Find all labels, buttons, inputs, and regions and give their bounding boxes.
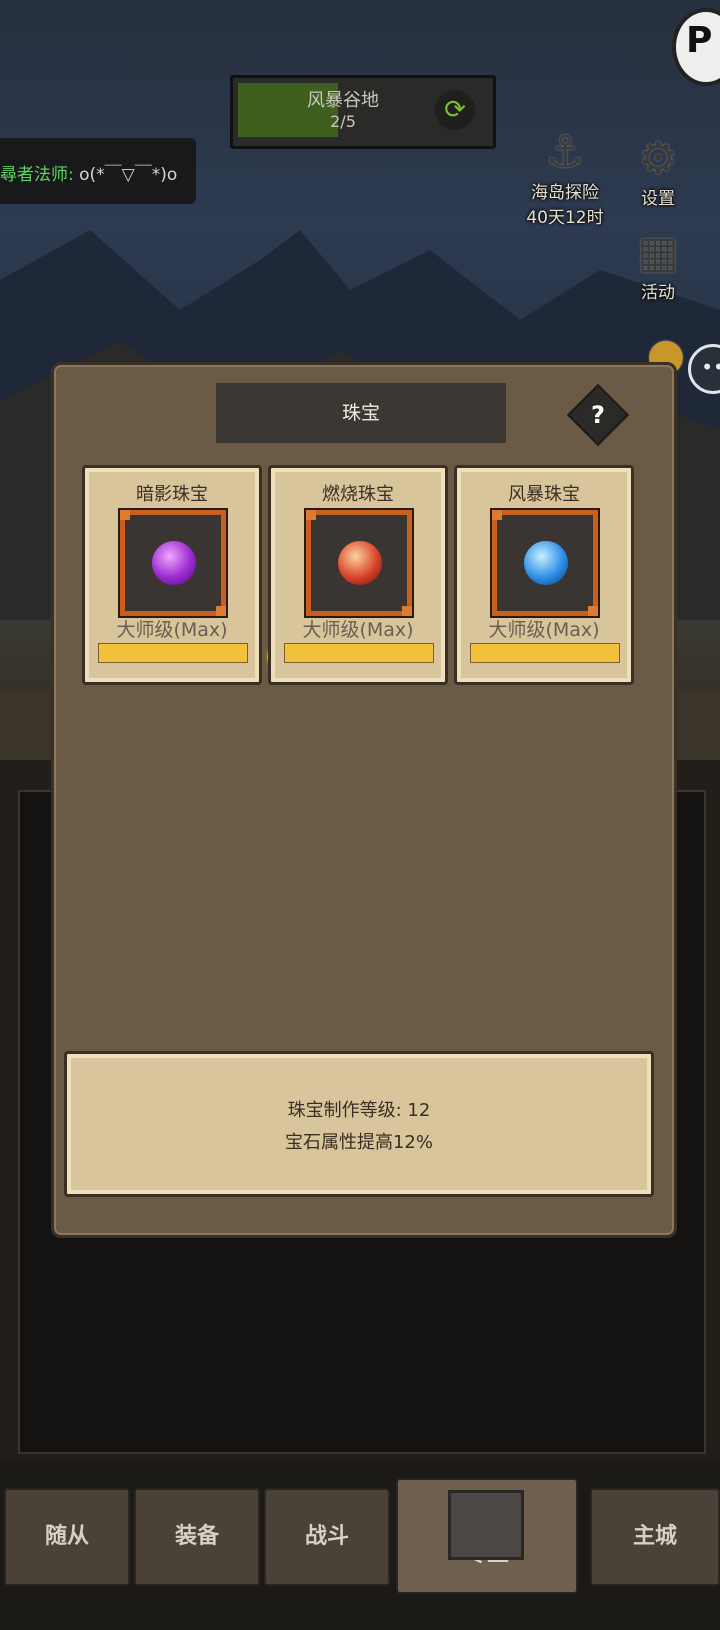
gem-progress-bar xyxy=(470,643,620,663)
gear-icon: ⚙ xyxy=(638,133,678,184)
jewelry-dialog: 珠宝 ? 暗影珠宝 大师级(Max) ✓ 燃烧珠宝 大师级(Max) 风暴珠宝 … xyxy=(51,362,677,1238)
anchor-icon: ⚓ xyxy=(545,127,585,178)
gem-progress-bar xyxy=(98,643,248,663)
chat-ticker[interactable]: 尋者法师: o(*￣▽￣*)o xyxy=(0,138,196,204)
tab-profession[interactable]: 专业 xyxy=(396,1478,578,1594)
events-button[interactable]: ▦ 活动 xyxy=(618,227,698,304)
gem-level: 大师级(Max) xyxy=(488,619,600,641)
tab-main-city[interactable]: 主城 xyxy=(590,1488,720,1586)
gem-frame xyxy=(306,510,412,616)
gem-name: 风暴珠宝 xyxy=(508,484,580,505)
region-count: 2/5 xyxy=(330,112,356,131)
bottom-tab-bar: 随从 装备 战斗 专业 主城 xyxy=(0,1470,720,1600)
gem-card-burning[interactable]: 燃烧珠宝 大师级(Max) xyxy=(268,465,448,685)
shadow-gem-icon xyxy=(152,541,196,585)
jewelry-level-text: 珠宝制作等级: 12 xyxy=(287,1100,431,1121)
gem-card-shadow[interactable]: 暗影珠宝 大师级(Max) ✓ xyxy=(82,465,307,685)
gem-progress-bar xyxy=(284,643,434,663)
settings-button[interactable]: ⚙ 设置 xyxy=(618,133,698,210)
gem-bonus-text: 宝石属性提高12% xyxy=(284,1132,433,1153)
chat-sender: 尋者法师: xyxy=(0,165,74,185)
refresh-icon[interactable]: ⟳ xyxy=(435,90,475,130)
help-button[interactable]: ? xyxy=(566,383,630,447)
storm-gem-icon xyxy=(524,541,568,585)
gem-frame xyxy=(492,510,598,616)
gem-level: 大师级(Max) xyxy=(302,619,414,641)
question-icon: ? xyxy=(591,401,605,429)
tab-equipment[interactable]: 装备 xyxy=(134,1488,260,1586)
tab-followers[interactable]: 随从 xyxy=(4,1488,130,1586)
gem-name: 暗影珠宝 xyxy=(136,484,208,505)
burning-gem-icon xyxy=(338,541,382,585)
gem-level: 大师级(Max) xyxy=(116,619,228,641)
island-explore-label: 海岛探险 xyxy=(531,183,599,203)
p-icon: P xyxy=(686,20,713,61)
dialog-title: 珠宝 xyxy=(216,383,506,443)
gem-card-storm[interactable]: 风暴珠宝 大师级(Max) xyxy=(454,465,634,685)
tab-battle[interactable]: 战斗 xyxy=(264,1488,390,1586)
jewelry-info-panel: 珠宝制作等级: 12 宝石属性提高12% xyxy=(64,1051,654,1197)
region-progress[interactable]: 风暴谷地 2/5 ⟳ xyxy=(230,75,496,149)
calendar-icon: ▦ xyxy=(637,227,679,278)
gem-name: 燃烧珠宝 xyxy=(322,484,394,505)
settings-label: 设置 xyxy=(641,189,675,209)
profession-icon xyxy=(448,1490,524,1560)
island-explore-button[interactable]: ⚓ 海岛探险 40天12时 xyxy=(522,127,608,229)
region-title: 风暴谷地 xyxy=(307,90,379,111)
gem-frame xyxy=(120,510,226,616)
events-label: 活动 xyxy=(641,283,675,303)
island-explore-timer: 40天12时 xyxy=(526,208,604,228)
chat-message: o(*￣▽￣*)o xyxy=(79,165,178,185)
